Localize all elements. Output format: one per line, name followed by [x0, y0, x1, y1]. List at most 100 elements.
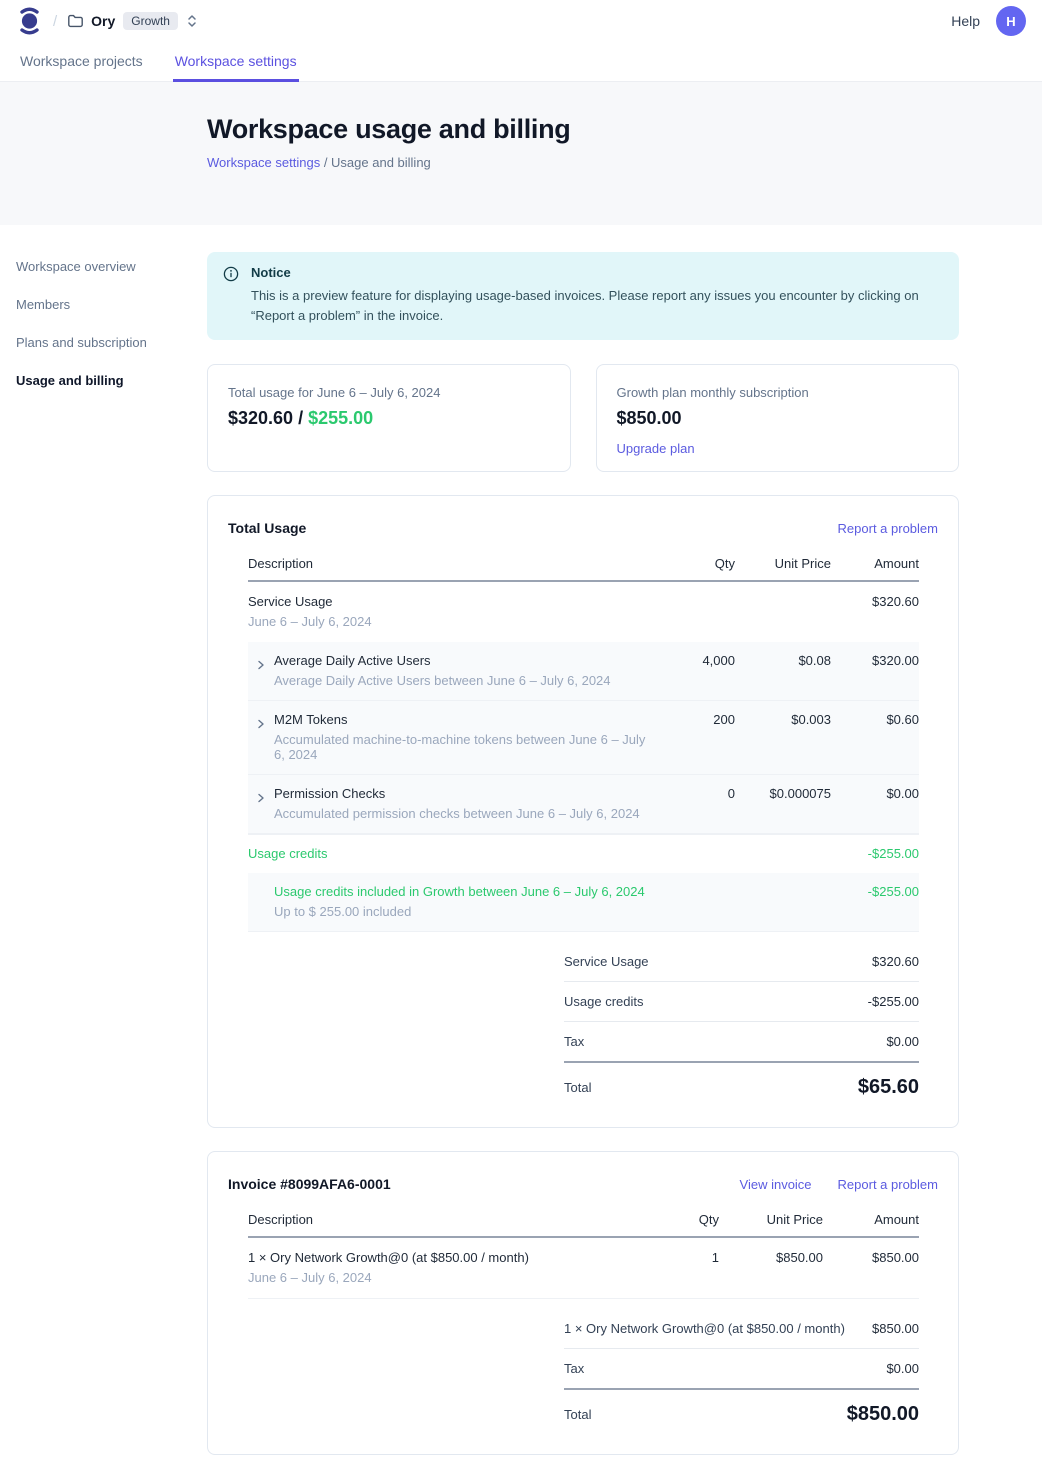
summary-row: Usage credits -$255.00 [564, 982, 919, 1022]
preview-notice: Notice This is a preview feature for dis… [207, 252, 959, 340]
invoice-line-row: 1 × Ory Network Growth@0 (at $850.00 / m… [248, 1238, 919, 1299]
total-usage-section: Total Usage Report a problem Description… [207, 495, 959, 1128]
folder-icon [67, 13, 83, 29]
workspace-tabs: Workspace projects Workspace settings [0, 42, 1042, 82]
usage-detail-row[interactable]: Average Daily Active Users Average Daily… [248, 642, 919, 701]
summary-label: Tax [564, 1361, 584, 1376]
total-label: Total [564, 1407, 591, 1422]
breadcrumb-separator: / [53, 13, 57, 30]
usage-detail-row[interactable]: Permission Checks Accumulated permission… [248, 775, 919, 834]
notice-title: Notice [251, 265, 943, 280]
breadcrumb-current: / Usage and billing [320, 155, 431, 170]
invoice-table-header: Description Qty Unit Price Amount [248, 1202, 919, 1238]
usage-summary: Service Usage $320.60 Usage credits -$25… [564, 942, 919, 1103]
chevron-right-icon[interactable] [248, 786, 274, 821]
upgrade-plan-link[interactable]: Upgrade plan [617, 441, 695, 456]
breadcrumb-settings-link[interactable]: Workspace settings [207, 155, 320, 170]
usage-credit-amount: $255.00 [308, 408, 373, 428]
detail-unit-price: $0.003 [735, 712, 831, 727]
plan-badge: Growth [123, 12, 178, 30]
sidebar-item-members[interactable]: Members [16, 292, 207, 317]
user-avatar[interactable]: H [996, 6, 1026, 36]
col-qty: Qty [655, 556, 735, 571]
detail-qty: 4,000 [655, 653, 735, 668]
tab-workspace-projects[interactable]: Workspace projects [18, 42, 145, 82]
summary-value: $0.00 [886, 1034, 919, 1049]
summary-total-row: Total $850.00 [564, 1390, 919, 1430]
invoice-title: Invoice #8099AFA6-0001 [228, 1176, 391, 1192]
selector-chevrons-icon[interactable] [186, 14, 198, 28]
total-usage-card-value: $320.60 / $255.00 [228, 408, 550, 429]
sidebar-item-workspace-overview[interactable]: Workspace overview [16, 254, 207, 279]
help-link[interactable]: Help [951, 13, 980, 29]
top-bar: / Ory Growth Help H [0, 0, 1042, 42]
summary-row: 1 × Ory Network Growth@0 (at $850.00 / m… [564, 1309, 919, 1349]
workspace-name: Ory [91, 13, 115, 29]
service-usage-period: June 6 – July 6, 2024 [248, 614, 655, 629]
credits-detail-title: Usage credits included in Growth between… [274, 884, 655, 899]
sidebar-item-plans-and-subscription[interactable]: Plans and subscription [16, 330, 207, 355]
summary-total-row: Total $65.60 [564, 1063, 919, 1103]
usage-credits-amount: -$255.00 [831, 846, 919, 861]
usage-section-title: Total Usage [228, 520, 306, 536]
subscription-card-value: $850.00 [617, 408, 939, 429]
service-usage-amount: $320.60 [831, 594, 919, 609]
usage-credits-row: Usage credits -$255.00 [248, 834, 919, 873]
subscription-card-label: Growth plan monthly subscription [617, 385, 939, 400]
total-usage-card: Total usage for June 6 – July 6, 2024 $3… [207, 364, 571, 472]
detail-subtitle: Accumulated permission checks between Ju… [274, 806, 655, 821]
summary-value: $0.00 [886, 1361, 919, 1376]
content-area: Notice This is a preview feature for dis… [207, 252, 959, 1455]
ory-logo-icon[interactable] [16, 6, 43, 36]
col-unit-price: Unit Price [735, 556, 831, 571]
usage-credits-detail-row: Usage credits included in Growth between… [248, 873, 919, 932]
detail-subtitle: Accumulated machine-to-machine tokens be… [274, 732, 655, 762]
col-description: Description [248, 1212, 627, 1227]
invoice-report-problem-link[interactable]: Report a problem [838, 1177, 938, 1192]
usage-separator: / [293, 408, 308, 428]
summary-label: 1 × Ory Network Growth@0 (at $850.00 / m… [564, 1321, 845, 1336]
invoice-line-title: 1 × Ory Network Growth@0 (at $850.00 / m… [248, 1250, 627, 1265]
view-invoice-link[interactable]: View invoice [740, 1177, 812, 1192]
invoice-section: Invoice #8099AFA6-0001 View invoice Repo… [207, 1151, 959, 1455]
usage-detail-row[interactable]: M2M Tokens Accumulated machine-to-machin… [248, 701, 919, 775]
usage-report-problem-link[interactable]: Report a problem [838, 521, 938, 536]
invoice-summary: 1 × Ory Network Growth@0 (at $850.00 / m… [564, 1309, 919, 1430]
col-amount: Amount [831, 556, 919, 571]
summary-row-tax: Tax $0.00 [564, 1349, 919, 1390]
total-value: $65.60 [858, 1076, 919, 1099]
summary-label: Tax [564, 1034, 584, 1049]
tab-workspace-settings[interactable]: Workspace settings [173, 42, 299, 82]
total-usage-card-label: Total usage for June 6 – July 6, 2024 [228, 385, 550, 400]
info-icon [223, 266, 239, 326]
invoice-line-unit-price: $850.00 [719, 1250, 823, 1265]
usage-table-header: Description Qty Unit Price Amount [248, 546, 919, 582]
usage-amount: $320.60 [228, 408, 293, 428]
settings-sidebar: Workspace overview Members Plans and sub… [16, 252, 207, 1455]
summary-label: Service Usage [564, 954, 649, 969]
usage-credits-title: Usage credits [248, 846, 655, 861]
credits-detail-subtitle: Up to $ 255.00 included [274, 904, 655, 919]
page-header: Workspace usage and billing Workspace se… [0, 82, 1042, 225]
col-unit-price: Unit Price [719, 1212, 823, 1227]
workspace-switcher[interactable]: Ory Growth [67, 12, 198, 30]
subscription-card: Growth plan monthly subscription $850.00… [596, 364, 960, 472]
invoice-line-period: June 6 – July 6, 2024 [248, 1270, 627, 1285]
detail-unit-price: $0.08 [735, 653, 831, 668]
service-usage-title: Service Usage [248, 594, 655, 609]
detail-unit-price: $0.000075 [735, 786, 831, 801]
page-title: Workspace usage and billing [207, 114, 1042, 145]
invoice-line-amount: $850.00 [823, 1250, 919, 1265]
sidebar-item-usage-and-billing[interactable]: Usage and billing [16, 368, 207, 393]
summary-value: $850.00 [872, 1321, 919, 1336]
service-usage-row: Service Usage June 6 – July 6, 2024 $320… [248, 582, 919, 642]
chevron-right-icon[interactable] [248, 653, 274, 688]
col-qty: Qty [627, 1212, 719, 1227]
col-amount: Amount [823, 1212, 919, 1227]
breadcrumb: Workspace settings / Usage and billing [207, 155, 1042, 170]
chevron-right-icon[interactable] [248, 712, 274, 762]
notice-body: This is a preview feature for displaying… [251, 286, 943, 326]
credits-detail-amount: -$255.00 [831, 884, 919, 899]
detail-amount: $320.00 [831, 653, 919, 668]
total-label: Total [564, 1080, 591, 1095]
